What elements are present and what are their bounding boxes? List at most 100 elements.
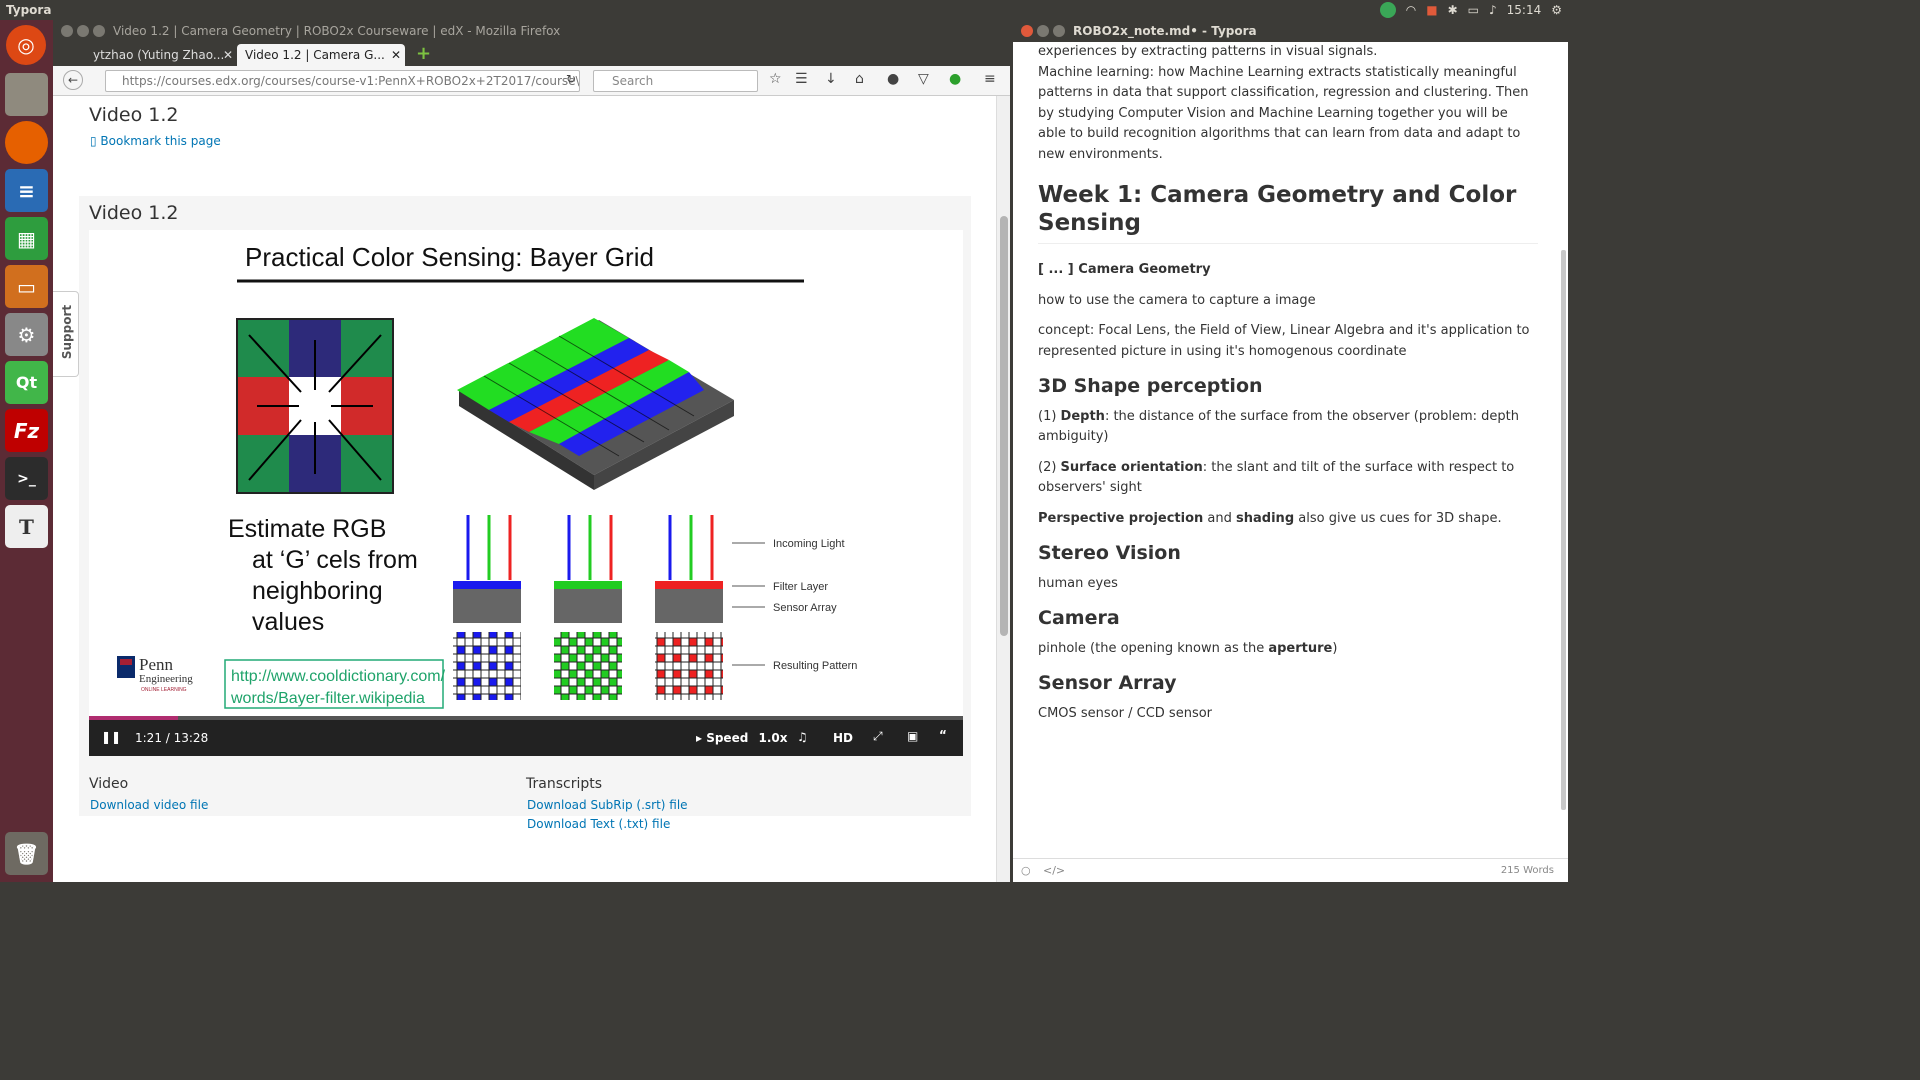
minimize-button[interactable]	[1037, 25, 1049, 37]
settings-icon[interactable]: ⚙	[5, 313, 48, 356]
logo-line-1: Penn	[139, 655, 174, 674]
video-title: Video 1.2	[89, 202, 179, 224]
hd-button[interactable]: HD	[833, 731, 853, 745]
download-icon[interactable]: ↓	[825, 71, 837, 87]
slide-caption: Estimate RGB at ‘G’ cels from neighborin…	[228, 515, 418, 636]
scrollbar-thumb[interactable]	[1000, 216, 1008, 636]
qt-creator-icon[interactable]: Qt	[5, 361, 48, 404]
reload-icon[interactable]: ↻	[566, 72, 576, 86]
terminal-icon[interactable]: >_	[5, 457, 48, 500]
word-count[interactable]: 215 Words	[1501, 865, 1554, 876]
telegram-icon[interactable]	[1379, 2, 1396, 18]
cg-bold: Camera Geometry	[1078, 262, 1211, 277]
filezilla-icon[interactable]: Fz	[5, 409, 48, 452]
outline-toggle-icon[interactable]: ○	[1021, 864, 1031, 877]
speed-button[interactable]: ▸ Speed 1.0x	[696, 731, 788, 745]
search-input[interactable]: Search	[593, 70, 758, 92]
download-srt-link[interactable]: Download SubRip (.srt) file	[527, 798, 688, 812]
close-tab-icon[interactable]: ✕	[391, 44, 401, 66]
pause-icon[interactable]: ❚❚	[101, 730, 121, 744]
persp-and: and	[1203, 510, 1237, 526]
update-icon[interactable]: ■	[1426, 3, 1437, 17]
tab-video[interactable]: Video 1.2 | Camera G... ✕	[237, 44, 405, 66]
persp-rest: also give us cues for 3D shape.	[1294, 510, 1502, 526]
result-pattern-green	[554, 632, 622, 700]
download-video-link[interactable]: Download video file	[90, 798, 208, 812]
files-icon[interactable]	[5, 73, 48, 116]
ubuntu-dash-icon[interactable]: ◎	[6, 25, 46, 65]
logo-line-3: ONLINE LEARNING	[141, 687, 187, 693]
page-scrollbar[interactable]	[996, 96, 1010, 882]
close-tab-icon[interactable]: ✕	[223, 44, 233, 66]
bookmark-link[interactable]: ▯ Bookmark this page	[90, 134, 221, 148]
typora-window-controls	[1021, 25, 1065, 37]
label-filter-layer: Filter Layer	[773, 581, 828, 593]
url-bar[interactable]: https://courses.edx.org/courses/course-v…	[105, 70, 580, 92]
result-pattern-blue	[453, 632, 521, 700]
trash-icon[interactable]: 🗑	[5, 832, 48, 875]
volume-icon[interactable]: ♪	[1489, 3, 1497, 17]
impress-icon[interactable]: ▭	[5, 265, 48, 308]
download-txt-link[interactable]: Download Text (.txt) file	[527, 817, 670, 831]
video-panel: Video 1.2 Practical Color Sensing: Bayer…	[79, 196, 971, 831]
wifi-icon[interactable]: ◠	[1406, 3, 1416, 17]
surf-bold: Surface orientation	[1060, 459, 1203, 475]
bookmark-star-icon[interactable]: ☆	[769, 71, 782, 87]
battery-icon[interactable]: ▭	[1468, 3, 1479, 17]
fullscreen-icon[interactable]: ⤢	[873, 729, 883, 744]
new-tab-button[interactable]: +	[416, 43, 431, 64]
back-button[interactable]: ←	[63, 70, 83, 90]
bayer-3d-illustration	[457, 318, 734, 490]
surf-prefix: (2)	[1038, 459, 1061, 475]
close-button[interactable]	[1021, 25, 1033, 37]
transcript-quote-icon[interactable]: “	[939, 728, 947, 742]
system-tray: ◠ ■ ✱ ▭ ♪ 15:14 ⚙	[1379, 2, 1562, 18]
extension-icon[interactable]: ●	[949, 71, 961, 87]
reading-list-icon[interactable]: ☰	[795, 71, 808, 87]
slide-url: http://www.cooldictionary.com/ words/Bay…	[230, 668, 446, 707]
minimize-button[interactable]	[77, 25, 89, 37]
label-incoming-light: Incoming Light	[773, 538, 845, 550]
menu-icon[interactable]: ≡	[984, 71, 996, 87]
url-text: https://courses.edx.org/courses/course-v…	[122, 74, 580, 88]
pocket-icon[interactable]: ▽	[918, 71, 929, 87]
cg-line-1: how to use the camera to capture a image	[1038, 292, 1316, 308]
navigation-bar: ← https://courses.edx.org/courses/course…	[53, 66, 1010, 96]
firefox-titlebar: Video 1.2 | Camera Geometry | ROBO2x Cou…	[53, 20, 1010, 42]
label-resulting-pattern: Resulting Pattern	[773, 660, 857, 672]
home-icon[interactable]: ⌂	[855, 71, 864, 87]
chat-icon[interactable]: ●	[887, 71, 899, 87]
gear-icon[interactable]: ⚙	[1551, 3, 1562, 17]
caption-line-4: values	[252, 608, 324, 636]
video-time: 1:21 / 13:28	[135, 731, 209, 745]
volume-icon[interactable]: ♫	[797, 730, 808, 744]
page-title: Video 1.2	[89, 104, 179, 126]
captions-icon[interactable]: ▣	[907, 729, 918, 743]
typora-scrollbar-thumb[interactable]	[1561, 250, 1566, 810]
typora-editor[interactable]: experiences by extracting patterns in vi…	[1038, 42, 1538, 724]
video-frame[interactable]: Practical Color Sensing: Bayer Grid Esti…	[89, 230, 963, 720]
source-code-icon[interactable]: </>	[1043, 864, 1065, 877]
maximize-button[interactable]	[1053, 25, 1065, 37]
perspective-line: Perspective projection and shading also …	[1038, 509, 1538, 530]
filter-columns	[453, 515, 723, 623]
depth-prefix: (1)	[1038, 408, 1061, 424]
typora-window: ROBO2x_note.md• - Typora experiences by …	[1013, 20, 1568, 882]
tab-github[interactable]: ytzhao (Yuting Zhao... ✕	[71, 44, 237, 66]
slide-title: Practical Color Sensing: Bayer Grid	[245, 242, 654, 272]
bluetooth-icon[interactable]: ✱	[1448, 3, 1458, 17]
clock[interactable]: 15:14	[1507, 3, 1542, 17]
persp-bold2: shading	[1236, 510, 1295, 526]
typora-scrollbar[interactable]	[1561, 50, 1566, 870]
writer-icon[interactable]: ≡	[5, 169, 48, 212]
close-button[interactable]	[61, 25, 73, 37]
typora-title: ROBO2x_note.md• - Typora	[1073, 24, 1257, 38]
top-panel: Typora ◠ ■ ✱ ▭ ♪ 15:14 ⚙	[0, 0, 1568, 20]
firefox-icon[interactable]	[5, 121, 48, 164]
support-tab[interactable]: Support	[53, 291, 79, 377]
caption-line-1: Estimate RGB	[228, 515, 386, 543]
maximize-button[interactable]	[93, 25, 105, 37]
calc-icon[interactable]: ▦	[5, 217, 48, 260]
slide-labels: Incoming Light Filter Layer Sensor Array…	[773, 538, 857, 672]
typora-icon[interactable]: T	[5, 505, 48, 548]
